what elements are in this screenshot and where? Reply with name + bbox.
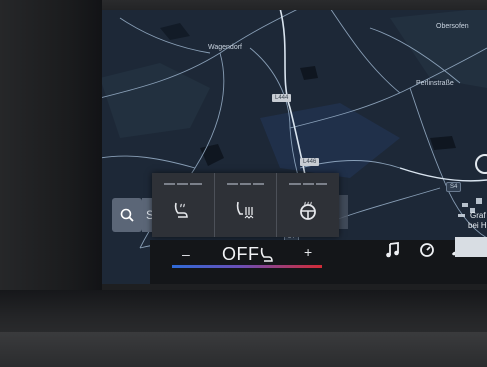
- seat-ventilation-icon: [236, 201, 253, 219]
- steering-wheel-heating-button[interactable]: [277, 173, 339, 237]
- level-indicator: [289, 183, 327, 185]
- search-icon: [120, 208, 134, 222]
- temperature-gradient-bar: [172, 265, 322, 268]
- seat-heating-icon: [174, 202, 188, 218]
- climate-control-bar: [150, 240, 487, 284]
- dashboard-trim: [0, 332, 487, 367]
- screen-edge-reflection: [455, 237, 487, 257]
- seat-ventilation-button[interactable]: [215, 173, 278, 237]
- fan-increase-button[interactable]: +: [304, 244, 312, 260]
- level-indicator: [226, 183, 265, 185]
- seat-heating-button[interactable]: [152, 173, 215, 237]
- music-note-icon[interactable]: [384, 241, 402, 259]
- level-indicator: [164, 183, 202, 185]
- speedometer-icon[interactable]: [418, 241, 436, 259]
- climate-quick-panel: [152, 173, 339, 237]
- panel-shadow: [338, 195, 348, 229]
- place-label: Graf: [470, 211, 486, 220]
- place-label: Perlinstraße: [416, 80, 454, 87]
- fan-state-label[interactable]: OFF: [222, 244, 260, 265]
- route-number-badge: S4: [446, 182, 462, 192]
- road-number-badge: L446: [300, 158, 320, 166]
- place-label: Wagendorf: [208, 44, 242, 51]
- place-label: Obersofen: [436, 23, 469, 30]
- steering-wheel-heating-icon: [300, 201, 317, 220]
- place-label: bei He: [468, 221, 487, 230]
- road-number-badge: L444: [272, 94, 292, 102]
- seat-icon: [260, 247, 273, 262]
- fan-decrease-button[interactable]: –: [182, 246, 190, 262]
- search-button[interactable]: [112, 198, 142, 232]
